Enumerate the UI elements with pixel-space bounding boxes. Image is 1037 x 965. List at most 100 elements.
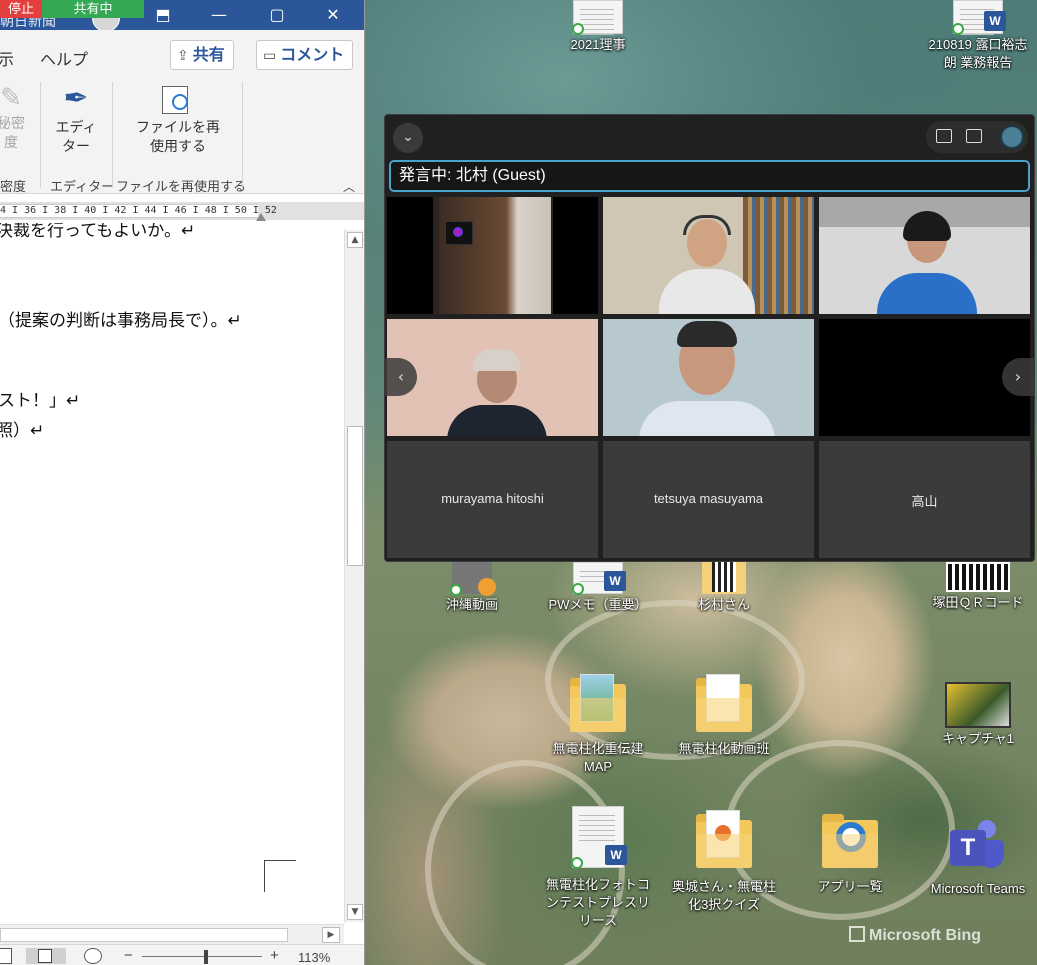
- desktop-icon-label: PWメモ（重要）: [548, 597, 648, 612]
- desktop-icon-2021-riji[interactable]: 2021理事: [543, 0, 653, 54]
- editor-label-bottom: ター: [62, 138, 90, 154]
- indent-marker[interactable]: [256, 213, 266, 221]
- document-page[interactable]: 決裁を行ってもよいか。↵ （提案の判断は事務局長で）。↵ スト！」↵ 照）↵: [0, 222, 344, 922]
- folder-icon: [570, 674, 626, 732]
- minimize-button[interactable]: —: [206, 3, 232, 27]
- video-tile[interactable]: [603, 319, 814, 436]
- scrollbar-thumb[interactable]: [347, 426, 363, 566]
- desktop-icon-report[interactable]: W 210819 露口裕志朗 業務報告: [923, 0, 1033, 72]
- scroll-up-icon[interactable]: ▲: [347, 232, 363, 248]
- folder-icon: [696, 810, 752, 868]
- word-document-icon: W: [571, 806, 627, 869]
- desktop-icon-qr-code[interactable]: 塚田ＱＲコード: [923, 562, 1033, 612]
- meeting-window: ⌄ 発言中: 北村 (Guest) murayama hitoshi tetsu…: [384, 114, 1035, 562]
- video-tile[interactable]: [819, 197, 1030, 314]
- vertical-scrollbar[interactable]: ▲ ▼: [344, 230, 364, 922]
- reuse-label-top: ファイルを再: [136, 119, 220, 135]
- close-button[interactable]: ✕: [320, 3, 346, 27]
- video-tile[interactable]: [603, 197, 814, 314]
- desktop-icon-okinawa-video[interactable]: 沖縄動画: [417, 562, 527, 614]
- reuse-label-bottom: 使用する: [150, 138, 206, 154]
- layout-icon[interactable]: [966, 129, 982, 143]
- tab-help[interactable]: ヘルプ: [40, 46, 88, 70]
- meeting-view-controls: [926, 121, 1028, 153]
- ribbon-display-icon[interactable]: ⬒: [150, 3, 176, 27]
- menu-bar: 示 ヘルプ ⇪共有 ▭コメント: [0, 30, 364, 76]
- sensitivity-label-bottom: 度: [4, 134, 18, 150]
- bing-watermark-text: Microsoft Bing: [869, 927, 981, 944]
- scroll-down-icon[interactable]: ▼: [347, 904, 363, 920]
- microsoft-teams-icon: T: [948, 818, 1008, 872]
- stop-sharing-button[interactable]: 停止: [0, 0, 42, 18]
- document-text-line: スト！」↵: [0, 391, 81, 410]
- video-tile[interactable]: [387, 319, 598, 436]
- desktop-icon-map-folder[interactable]: 無電柱化重伝建MAP: [543, 674, 653, 776]
- desktop-icon-label: 210819 露口裕志朗 業務報告: [928, 37, 1028, 70]
- video-tile[interactable]: [819, 319, 1030, 436]
- desktop-icon-label: アプリ一覧: [817, 879, 883, 894]
- word-document-icon: W: [952, 0, 1006, 39]
- document-text-line: 決裁を行ってもよいか。↵: [0, 222, 196, 240]
- scroll-right-icon[interactable]: ▶: [322, 927, 340, 943]
- desktop-icon-video-team-folder[interactable]: 無電柱化動画班: [669, 674, 779, 758]
- print-layout-icon[interactable]: [26, 948, 66, 964]
- horizontal-scrollbar[interactable]: ▶: [0, 924, 344, 944]
- self-avatar[interactable]: [1000, 125, 1024, 149]
- image-file-icon: [945, 682, 1011, 728]
- horizontal-ruler[interactable]: 4 I 36 I 38 I 40 I 42 I 44 I 46 I 48 I 5…: [0, 202, 364, 221]
- web-layout-icon[interactable]: [84, 948, 102, 964]
- zoom-slider-thumb[interactable]: [204, 950, 208, 964]
- participant-name: 高山: [911, 493, 938, 509]
- zoom-slider[interactable]: [142, 956, 262, 957]
- zoom-in-button[interactable]: +: [270, 947, 279, 964]
- editor-button[interactable]: ✒ エディ ター: [48, 80, 104, 156]
- desktop-icon-label: Microsoft Teams: [930, 881, 1026, 896]
- desktop-icon-quiz-folder[interactable]: 奥城さん・無電柱化3択クイズ: [669, 810, 779, 914]
- reuse-files-button[interactable]: ファイルを再 使用する: [134, 84, 222, 156]
- word-titlebar: 朝日新聞 停止 共有中 ⬒ — ▢ ✕: [0, 0, 364, 32]
- picture-in-picture-icon[interactable]: [936, 129, 952, 143]
- desktop-icon-pw-memo[interactable]: W PWメモ（重要）: [543, 562, 653, 614]
- horizontal-scrollbar-thumb[interactable]: [0, 928, 288, 942]
- desktop-icon-sugimura[interactable]: 杉村さん: [669, 562, 779, 614]
- chevron-down-icon[interactable]: ⌄: [393, 123, 423, 153]
- participant-name: tetsuya masuyama: [653, 490, 764, 506]
- tab-view[interactable]: 示: [0, 46, 14, 70]
- word-window: 朝日新聞 停止 共有中 ⬒ — ▢ ✕ 示 ヘルプ ⇪共有 ▭コメント ✎ 秘密…: [0, 0, 365, 965]
- active-speaker-banner: 発言中: 北村 (Guest): [389, 160, 1030, 192]
- comment-button[interactable]: ▭ コメント: [256, 40, 354, 70]
- ribbon-group-label: ファイルを再使用する: [116, 179, 247, 194]
- editor-pen-icon: ✒: [63, 82, 89, 115]
- desktop-icon-label: 奥城さん・無電柱化3択クイズ: [671, 879, 776, 912]
- collapse-ribbon-icon[interactable]: ︿: [343, 178, 355, 195]
- read-mode-icon[interactable]: [0, 948, 12, 964]
- sharing-indicator: 共有中: [42, 0, 144, 18]
- participant-tile[interactable]: tetsuya masuyama: [603, 441, 814, 558]
- next-page-button[interactable]: ›: [1002, 358, 1034, 396]
- desktop-icon-label: 無電柱化重伝建MAP: [552, 741, 644, 774]
- desktop-icon-microsoft-teams[interactable]: T Microsoft Teams: [923, 818, 1033, 898]
- desktop-icon-photo-contest[interactable]: W 無電柱化フォトコンテストプレスリリース: [543, 806, 653, 930]
- maximize-button[interactable]: ▢: [264, 3, 290, 27]
- video-tile[interactable]: [387, 197, 598, 314]
- desktop-icon-label: 塚田ＱＲコード: [932, 595, 1024, 610]
- participant-tile[interactable]: 高山: [819, 441, 1030, 558]
- sensitivity-icon: ✎: [0, 82, 22, 112]
- desktop-icon-label: 沖縄動画: [445, 597, 498, 612]
- folder-icon: [702, 562, 746, 594]
- desktop-icon-capture[interactable]: キャプチャ1: [923, 682, 1033, 748]
- ribbon-group-reuse: ファイルを再 使用する ファイルを再使用する: [114, 76, 246, 194]
- desktop-icon-label: 無電柱化フォトコンテストプレスリリース: [545, 877, 650, 928]
- zoom-level[interactable]: 113%: [298, 950, 330, 965]
- bing-watermark: Microsoft Bing: [849, 926, 981, 945]
- zoom-out-button[interactable]: −: [124, 947, 133, 964]
- share-button[interactable]: ⇪ 共有: [170, 40, 234, 70]
- reuse-files-icon: [134, 84, 222, 118]
- sensitivity-button[interactable]: ✎ 秘密 度: [0, 80, 28, 152]
- desktop-icon-label: 杉村さん: [697, 597, 750, 612]
- share-icon: ⇪: [177, 47, 189, 63]
- ribbon-divider: [112, 82, 113, 188]
- participant-name: murayama hitoshi: [441, 490, 544, 506]
- desktop-icon-app-list[interactable]: アプリ一覧: [795, 814, 905, 896]
- participant-tile[interactable]: murayama hitoshi: [387, 441, 598, 558]
